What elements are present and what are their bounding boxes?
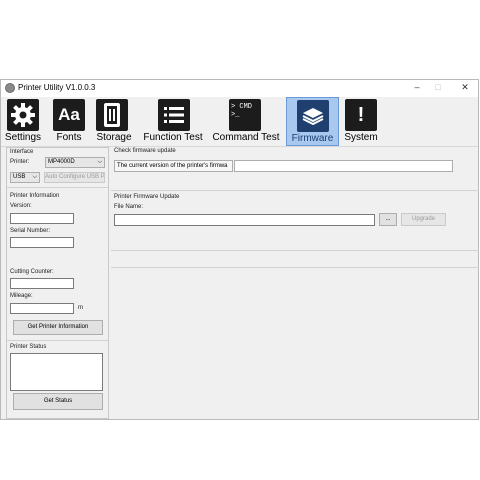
upgrade-button[interactable]: Upgrade (401, 213, 446, 226)
browse-button[interactable]: ... (379, 213, 397, 226)
mileage-label: Mileage: (10, 293, 33, 299)
printer-label: Printer: (10, 159, 30, 165)
tab-command-test-label: Command Test (212, 132, 280, 143)
printer-status-header: Printer Status (10, 344, 47, 350)
window-title: Printer Utility V1.0.0.3 (18, 83, 96, 92)
toolbar: Settings Aa Fonts Storage Function Test … (1, 97, 478, 146)
cutting-counter-field[interactable] (10, 278, 74, 289)
divider (111, 250, 479, 251)
divider (111, 267, 479, 268)
close-button[interactable]: ✕ (459, 82, 471, 93)
firmware-update-header: Printer Firmware Update (114, 194, 180, 200)
tab-command-test[interactable]: > CMD >_ Command Test (211, 97, 281, 146)
printer-info-header: Printer Information (10, 193, 60, 199)
divider (7, 340, 108, 341)
mileage-unit: m (78, 305, 83, 311)
divider (111, 190, 479, 191)
port-select[interactable]: USB ⌵ (10, 172, 40, 183)
current-version-value (234, 160, 453, 172)
printer-select[interactable]: MP4000D ⌵ (45, 157, 105, 168)
tab-fonts-label: Fonts (56, 132, 82, 143)
version-label: Version: (10, 203, 32, 209)
file-name-field[interactable] (114, 214, 375, 226)
gear-icon (7, 99, 39, 131)
current-version-text: The current version of the printer's fir… (114, 160, 233, 172)
version-field[interactable] (10, 213, 74, 224)
tab-firmware[interactable]: Firmware (286, 97, 339, 146)
tab-storage-label: Storage (96, 132, 132, 143)
file-name-label: File Name: (114, 204, 144, 210)
chevron-down-icon: ⌵ (32, 174, 37, 180)
auto-configure-usb-button[interactable]: Auto Configure USB Po (44, 172, 105, 183)
interface-header: Interface (10, 149, 34, 155)
check-update-header: Check firmware update (114, 148, 176, 154)
get-status-button[interactable]: Get Status (13, 393, 103, 410)
divider (7, 187, 108, 188)
serial-number-field[interactable] (10, 237, 74, 248)
app-icon (5, 83, 15, 93)
printer-select-value: MP4000D (48, 159, 75, 165)
mileage-field[interactable] (10, 303, 74, 314)
app-window: Printer Utility V1.0.0.3 – □ ✕ Settings … (0, 79, 479, 420)
cutting-counter-label: Cutting Counter: (10, 269, 54, 275)
tab-storage[interactable]: Storage (94, 97, 134, 146)
tab-settings-label: Settings (4, 132, 42, 143)
tab-system[interactable]: ! System (341, 97, 381, 146)
terminal-icon: > CMD >_ (229, 99, 261, 131)
tab-firmware-label: Firmware (291, 133, 334, 144)
printer-status-box (10, 353, 103, 391)
port-select-value: USB (13, 174, 26, 180)
firmware-chip-icon (297, 100, 329, 132)
title-bar: Printer Utility V1.0.0.3 – □ ✕ (1, 80, 478, 97)
tab-function-test[interactable]: Function Test (142, 97, 204, 146)
font-icon: Aa (53, 99, 85, 131)
tab-function-test-label: Function Test (143, 132, 203, 143)
maximize-button[interactable]: □ (432, 82, 444, 92)
tab-fonts[interactable]: Aa Fonts (49, 97, 89, 146)
serial-number-label: Serial Number: (10, 228, 51, 234)
tab-system-label: System (344, 132, 378, 143)
storage-icon (96, 99, 128, 131)
chevron-down-icon: ⌵ (97, 159, 102, 165)
tab-settings[interactable]: Settings (3, 97, 43, 146)
minimize-button[interactable]: – (411, 82, 423, 92)
get-printer-information-button[interactable]: Get Printer Information (13, 320, 103, 335)
alert-icon: ! (345, 99, 377, 131)
list-icon (158, 99, 190, 131)
